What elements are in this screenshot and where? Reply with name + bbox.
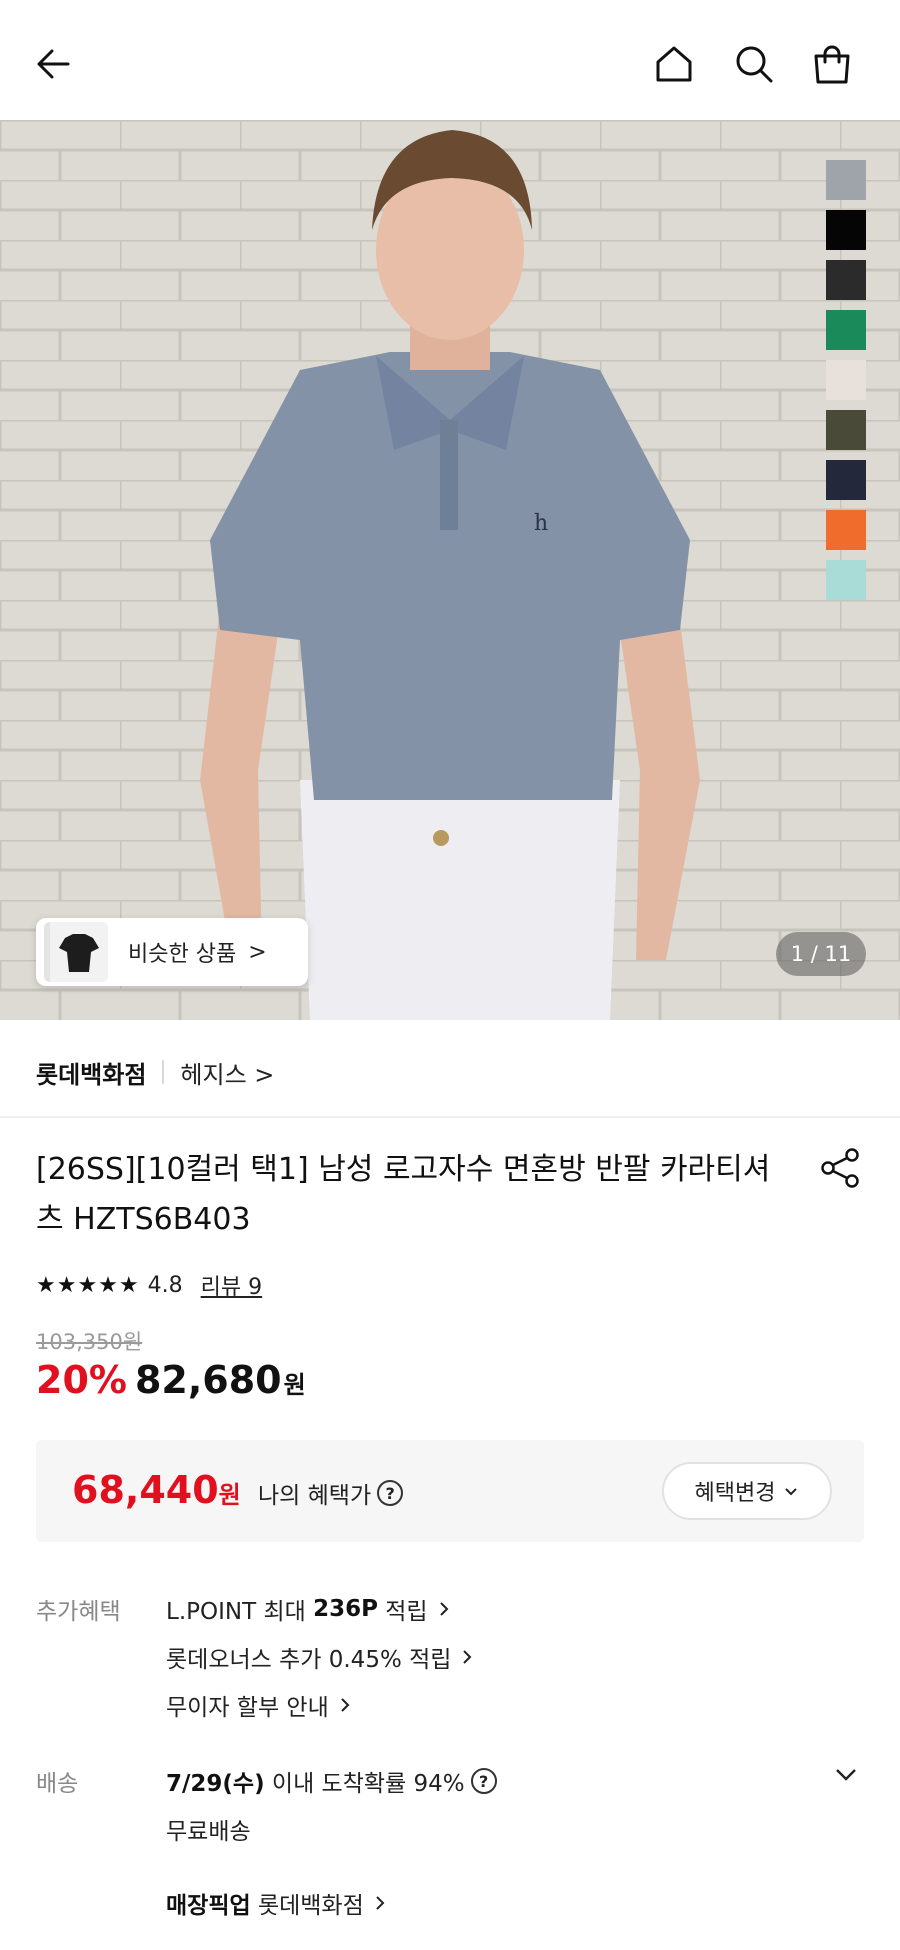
chevron-right-icon xyxy=(341,1698,350,1712)
sale-price: 82,680 xyxy=(134,1358,282,1402)
installment-text: 무이자 할부 안내 xyxy=(166,1695,329,1721)
lpoint-suffix: 적립 xyxy=(377,1599,428,1625)
free-shipping-label: 무료배송 xyxy=(166,1819,251,1845)
lpoint-benefit-link[interactable]: L.POINT 최대 236P 적립 xyxy=(166,1592,450,1626)
color-swatch[interactable] xyxy=(826,460,866,500)
color-swatch[interactable] xyxy=(826,310,866,350)
arrow-left-icon xyxy=(37,49,70,79)
product-image-gallery[interactable]: h 비슷한 상품 > 1 / 11 xyxy=(0,120,900,1020)
chevron-down-icon xyxy=(836,1769,856,1781)
shopping-bag-icon xyxy=(814,45,850,84)
store-breadcrumb: 롯데백화점 헤지스 > xyxy=(36,1052,274,1092)
chevron-down-icon xyxy=(785,1488,798,1496)
product-title: [26SS][10컬러 택1] 남성 로고자수 면혼방 반팔 카라티셔츠 HZT… xyxy=(36,1152,771,1237)
product-photo: h xyxy=(0,120,900,1020)
store-name[interactable]: 롯데백화점 xyxy=(36,1055,146,1090)
original-price: 103,350원 xyxy=(36,1330,143,1354)
free-shipping-text: 무료배송 xyxy=(166,1812,251,1846)
color-swatch[interactable] xyxy=(826,210,866,250)
help-icon[interactable]: ? xyxy=(470,1768,497,1794)
color-swatch[interactable] xyxy=(826,410,866,450)
cart-button[interactable] xyxy=(808,40,856,88)
rating-row: ★★★★★ 4.8 리뷰 9 xyxy=(36,1268,262,1302)
color-swatch[interactable] xyxy=(826,260,866,300)
store-pickup-label: 매장픽업 xyxy=(166,1893,251,1919)
installment-info-link[interactable]: 무이자 할부 안내 xyxy=(166,1688,351,1722)
image-counter: 1 / 11 xyxy=(776,932,866,976)
search-button[interactable] xyxy=(730,40,778,88)
color-swatch[interactable] xyxy=(826,560,866,600)
delivery-expand-button[interactable] xyxy=(830,1758,862,1790)
delivery-estimate: 7/29(수) 이내 도착확률 94% ? xyxy=(166,1764,497,1798)
delivery-label: 배송 xyxy=(36,1771,79,1797)
my-benefit-price-box: 68,440원 나의 혜택가 ? 혜택변경 xyxy=(36,1440,864,1542)
color-swatch[interactable] xyxy=(826,360,866,400)
benefit-label-text: 나의 혜택가 xyxy=(258,1483,372,1509)
benefit-price: 68,440원 xyxy=(72,1468,241,1512)
help-icon[interactable]: ? xyxy=(377,1480,404,1506)
chevron-right-icon: > xyxy=(248,939,267,965)
store-pickup-store: 롯데백화점 xyxy=(250,1893,364,1919)
chevron-right-icon xyxy=(376,1896,385,1910)
similar-products-label: 비슷한 상품 xyxy=(128,942,237,967)
color-swatch[interactable] xyxy=(826,160,866,200)
polo-shirt-icon xyxy=(59,934,99,972)
brand-link[interactable]: 헤지스 > xyxy=(180,1055,274,1090)
share-icon xyxy=(821,1148,859,1188)
svg-text:h: h xyxy=(534,511,548,536)
currency-unit: 원 xyxy=(283,1371,306,1399)
similar-products-button[interactable]: 비슷한 상품 > xyxy=(36,918,308,986)
top-app-bar xyxy=(0,0,900,120)
breadcrumb-divider xyxy=(162,1060,165,1084)
review-link[interactable]: 리뷰 9 xyxy=(201,1269,262,1301)
share-button[interactable] xyxy=(818,1146,862,1190)
lpoint-prefix: L.POINT 최대 xyxy=(166,1599,314,1625)
price-row: 20% 82,680 원 xyxy=(36,1358,306,1412)
rating-score: 4.8 xyxy=(147,1272,183,1298)
lotte-owners-text: 롯데오너스 추가 0.45% 적립 xyxy=(166,1647,452,1673)
back-button[interactable] xyxy=(30,40,78,88)
delivery-probability: 이내 도착확률 94% xyxy=(264,1771,465,1797)
chevron-right-icon xyxy=(439,1602,449,1616)
store-pickup-link[interactable]: 매장픽업 롯데백화점 xyxy=(166,1886,386,1920)
lotte-owners-benefit-link[interactable]: 롯데오너스 추가 0.45% 적립 xyxy=(166,1640,473,1674)
color-swatch-list xyxy=(826,160,866,610)
change-benefit-label: 혜택변경 xyxy=(694,1481,776,1506)
search-icon xyxy=(736,46,773,83)
extra-benefit-label: 추가혜택 xyxy=(36,1599,121,1625)
benefit-price-value: 68,440 xyxy=(72,1468,219,1512)
benefit-price-label: 나의 혜택가 ? xyxy=(258,1476,404,1510)
star-rating-icon: ★★★★★ xyxy=(36,1272,140,1298)
discount-rate: 20% xyxy=(36,1358,127,1402)
delivery-date: 7/29(수) xyxy=(166,1771,265,1797)
color-swatch[interactable] xyxy=(826,510,866,550)
home-icon xyxy=(656,46,692,82)
similar-product-thumbnail xyxy=(44,922,108,982)
currency-unit: 원 xyxy=(218,1481,241,1509)
lpoint-amount: 236P xyxy=(313,1596,378,1622)
change-benefit-button[interactable]: 혜택변경 xyxy=(662,1462,832,1520)
chevron-right-icon xyxy=(463,1650,472,1664)
home-button[interactable] xyxy=(650,40,698,88)
section-divider xyxy=(0,1116,900,1118)
